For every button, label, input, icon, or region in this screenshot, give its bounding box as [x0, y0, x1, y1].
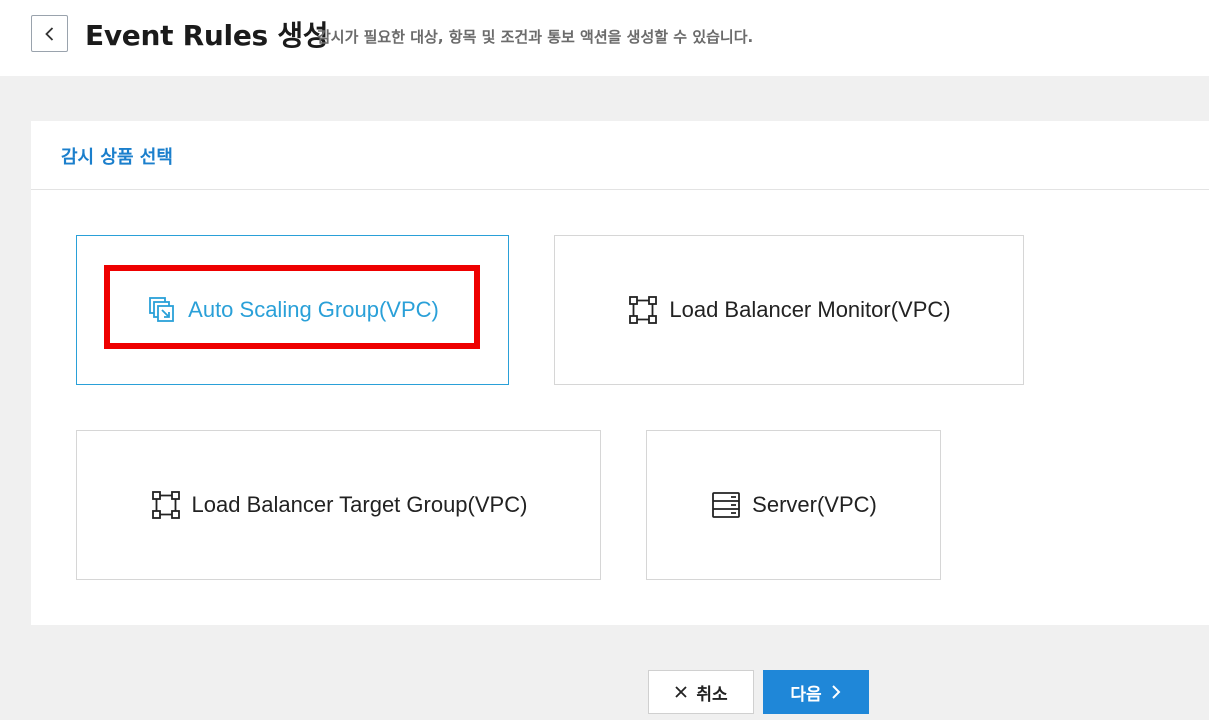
cancel-button-label: 취소 [696, 684, 728, 705]
product-card-load-balancer-monitor[interactable]: Load Balancer Monitor(VPC) [554, 235, 1024, 385]
back-button[interactable] [31, 15, 68, 52]
product-card-label: Load Balancer Target Group(VPC) [191, 492, 528, 517]
product-card-auto-scaling-group[interactable]: Auto Scaling Group(VPC) [76, 235, 509, 385]
panel-title: 감시 상품 선택 [61, 147, 173, 168]
server-icon [710, 489, 742, 521]
page-title: Event Rules 생성 [85, 19, 329, 52]
page-description: 감시가 필요한 대상, 항목 및 조건과 통보 액션을 생성할 수 있습니다. [317, 28, 754, 46]
cancel-button[interactable]: 취소 [648, 670, 754, 714]
close-icon [675, 686, 687, 698]
chevron-right-icon [831, 685, 841, 699]
panel-divider [31, 189, 1209, 190]
product-card-label: Server(VPC) [752, 492, 877, 517]
product-card-load-balancer-target-group[interactable]: Load Balancer Target Group(VPC) [76, 430, 601, 580]
product-card-label: Auto Scaling Group(VPC) [188, 297, 439, 322]
load-balancer-icon [627, 294, 659, 326]
auto-scaling-icon [146, 294, 178, 326]
page-header: Event Rules 생성 감시가 필요한 대상, 항목 및 조건과 통보 액… [0, 0, 1209, 76]
next-button[interactable]: 다음 [763, 670, 869, 714]
product-card-label: Load Balancer Monitor(VPC) [669, 297, 951, 322]
product-card-server[interactable]: Server(VPC) [646, 430, 941, 580]
chevron-left-icon [44, 26, 53, 41]
product-select-panel: 감시 상품 선택 Auto Scaling Group(VPC) Load Ba… [31, 121, 1209, 625]
next-button-label: 다음 [790, 684, 822, 705]
load-balancer-icon [150, 489, 182, 521]
